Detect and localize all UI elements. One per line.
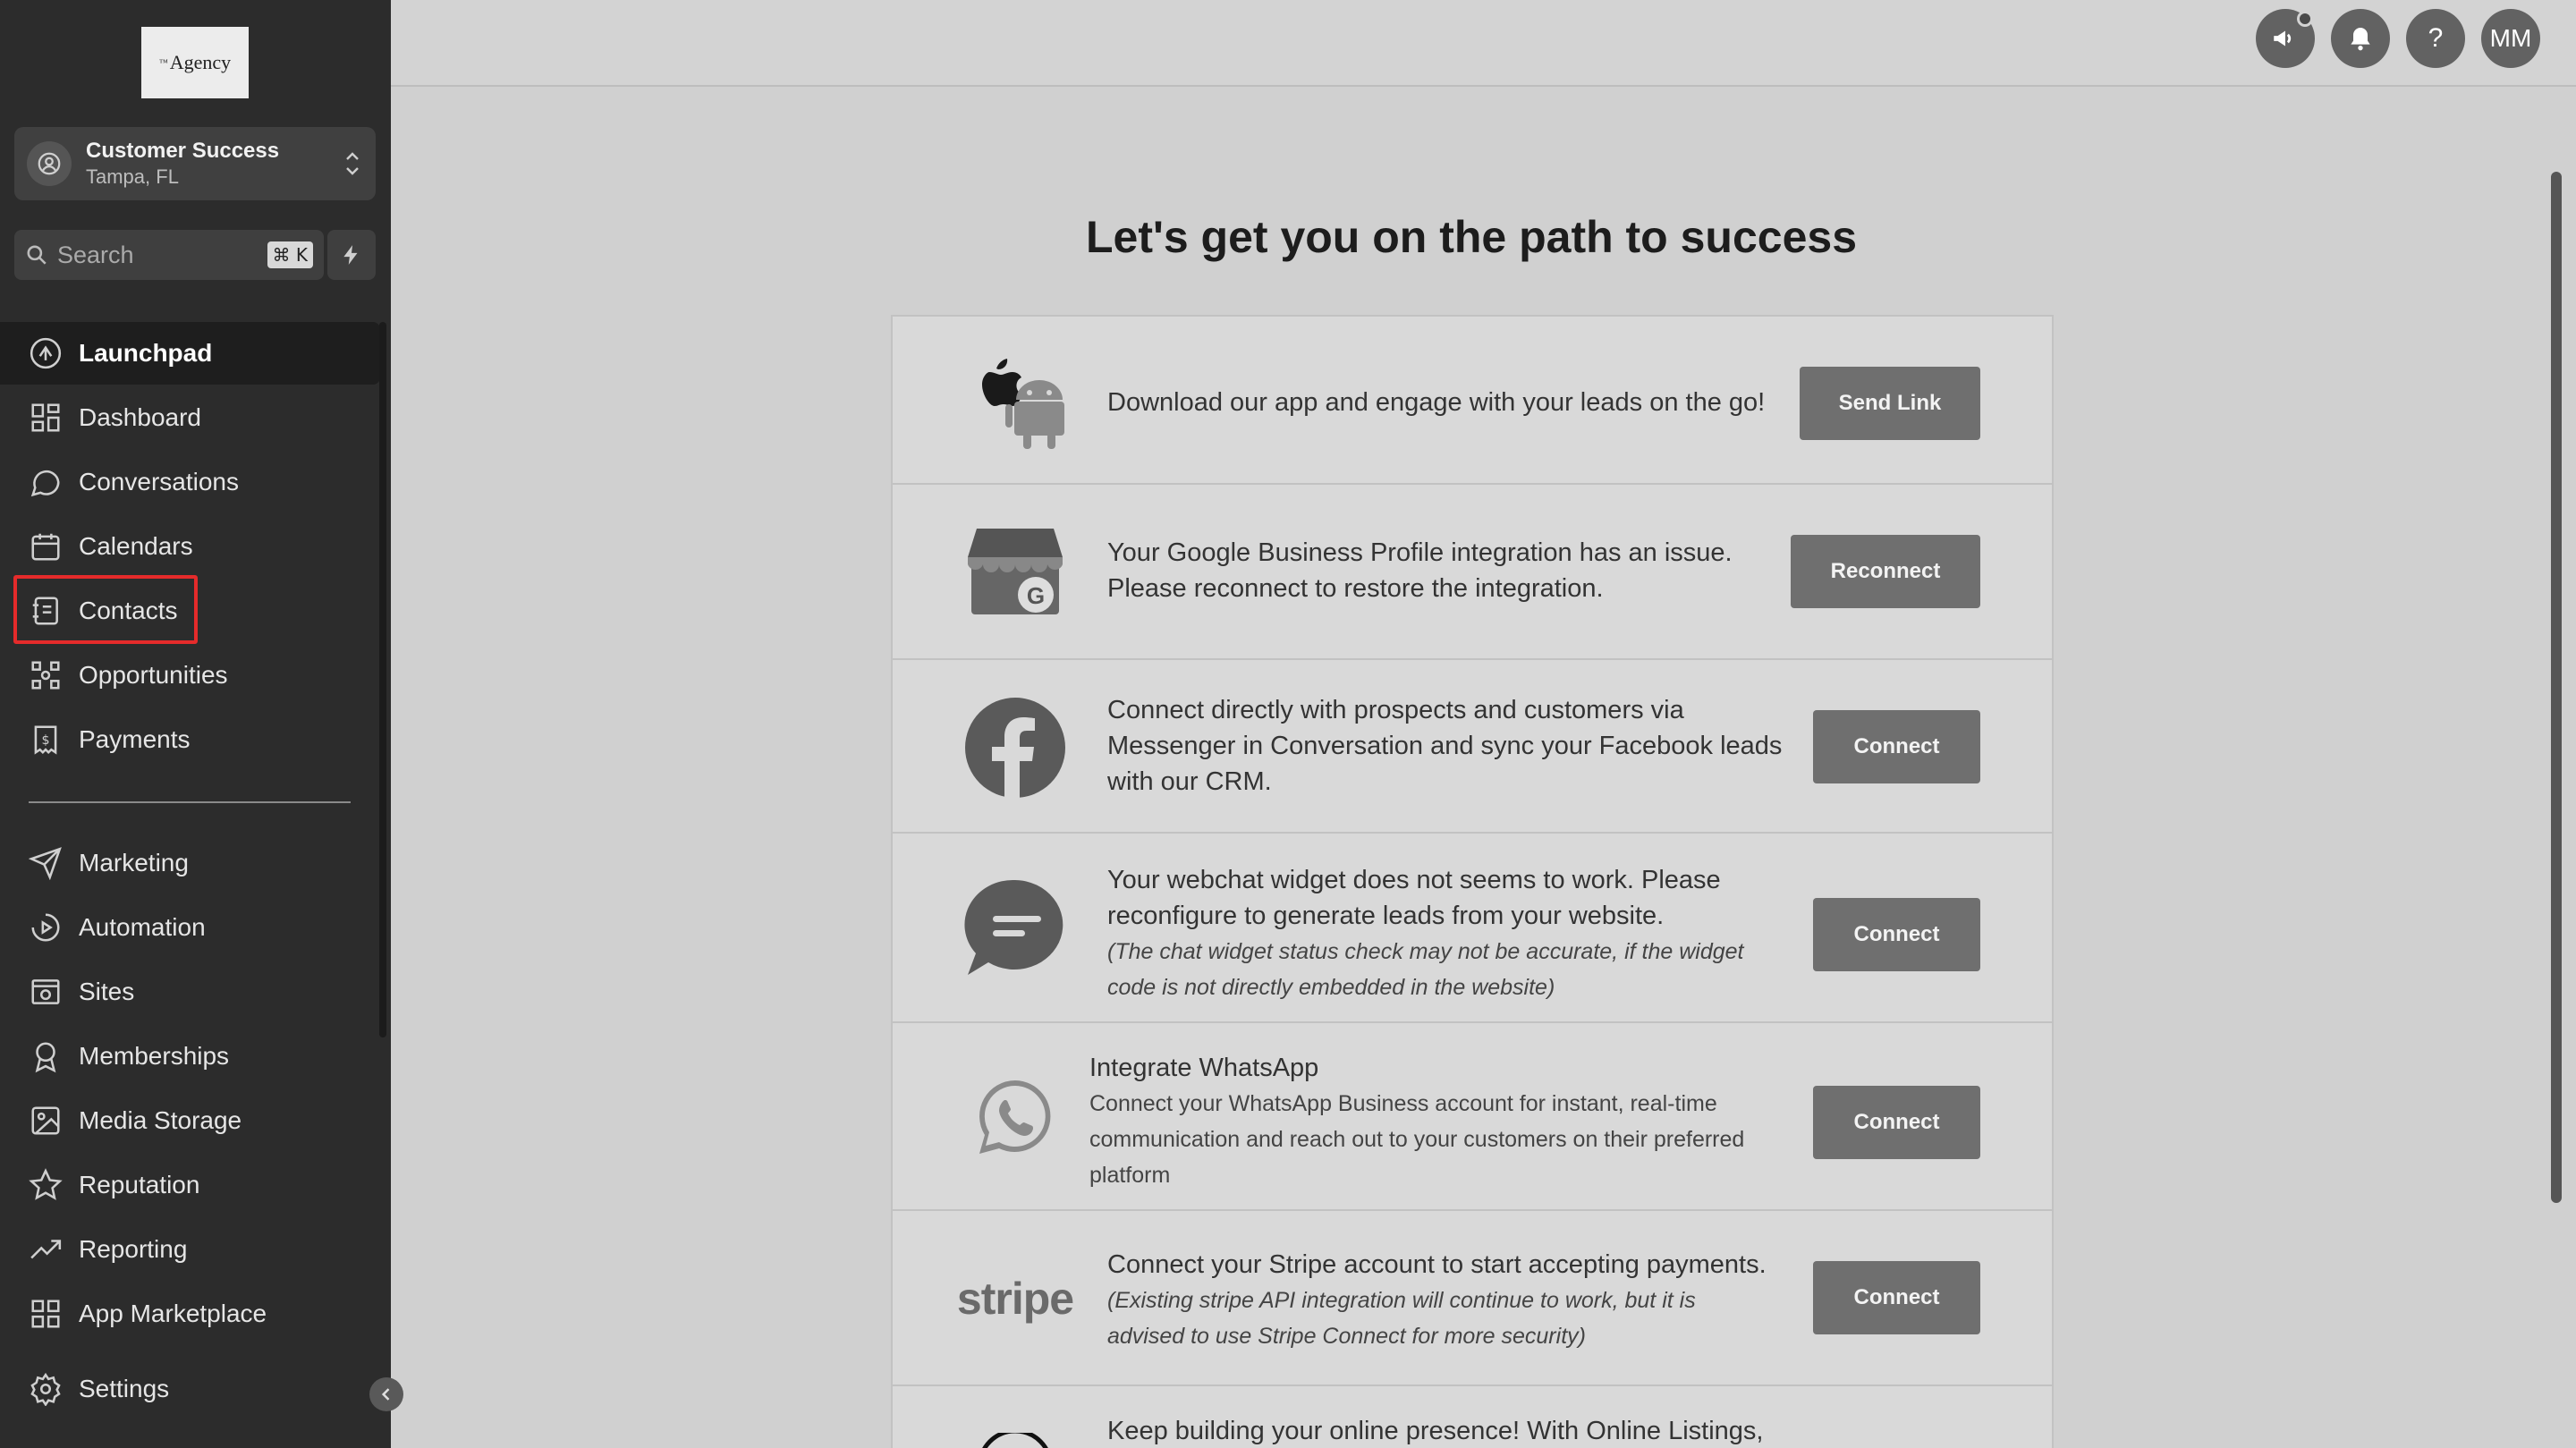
sidebar: ™Agency Customer Success Tampa, FL ⌘ K L…	[0, 0, 391, 1448]
apps-icon	[31, 1300, 60, 1328]
card-text-line: Connect directly with prospects and cust…	[1107, 696, 1684, 724]
whatsapp-title: Integrate WhatsApp	[1089, 1054, 1319, 1082]
facebook-icon	[962, 698, 1068, 799]
whatsapp-icon	[962, 1075, 1068, 1161]
svg-text:G: G	[1027, 582, 1045, 609]
star-icon	[29, 1168, 63, 1200]
card-text-line: Keep building your online presence! With…	[1107, 1417, 1764, 1445]
connect-whatsapp-button[interactable]: Connect	[1813, 1086, 1980, 1159]
apple-android-icon	[962, 352, 1068, 451]
sidebar-item-payments[interactable]: $ Payments	[0, 708, 380, 771]
connect-stripe-button[interactable]: Connect	[1813, 1261, 1980, 1334]
card-text-line: communication and reach out to your cust…	[1089, 1127, 1745, 1152]
chevron-left-icon	[381, 1388, 390, 1401]
announcements-button[interactable]	[2256, 9, 2315, 68]
contacts-highlight-box	[13, 575, 198, 644]
sidebar-item-media-storage[interactable]: Media Storage	[0, 1089, 380, 1152]
card-text-line: Please reconnect to restore the integrat…	[1107, 574, 1604, 603]
bolt-icon	[343, 245, 358, 265]
avatar[interactable]: MM	[2481, 9, 2540, 68]
card-google-business: G Your Google Business Profile integrati…	[891, 485, 2054, 660]
send-link-button[interactable]: Send Link	[1800, 367, 1980, 440]
dashboard-icon	[31, 403, 60, 432]
account-name: Customer Success	[86, 139, 280, 163]
card-text: Download our app and engage with your le…	[1107, 388, 1766, 417]
card-text-line: platform	[1089, 1163, 1171, 1188]
location-user-icon	[27, 141, 72, 186]
opportunities-icon	[31, 661, 60, 690]
notifications-button[interactable]	[2331, 9, 2390, 68]
collapse-sidebar-button[interactable]	[369, 1377, 403, 1411]
sidebar-item-reputation[interactable]: Reputation	[0, 1154, 380, 1216]
sidebar-item-memberships[interactable]: Memberships	[0, 1025, 380, 1088]
notification-dot	[2297, 11, 2313, 27]
sidebar-item-sites[interactable]: Sites	[0, 961, 380, 1023]
card-mobile-app: Download our app and engage with your le…	[891, 315, 2054, 485]
sidebar-item-settings[interactable]: Settings	[0, 1358, 380, 1420]
sidebar-item-marketing[interactable]: Marketing	[0, 832, 380, 894]
membership-icon	[35, 1042, 56, 1073]
connect-webchat-button[interactable]: Connect	[1813, 898, 1980, 971]
search-shortcut: ⌘ K	[267, 241, 313, 268]
card-text-line: Connect your WhatsApp Business account f…	[1089, 1091, 1717, 1116]
google-business-icon: G	[962, 525, 1068, 620]
search-input[interactable]	[57, 241, 267, 269]
chat-icon	[30, 470, 60, 497]
sidebar-item-opportunities[interactable]: Opportunities	[0, 644, 380, 707]
help-icon: ?	[2428, 23, 2444, 53]
chevron-updown-icon	[346, 152, 359, 175]
sidebar-item-automation[interactable]: Automation	[0, 896, 380, 959]
card-note-line: advised to use Stripe Connect for more s…	[1107, 1324, 1586, 1349]
card-text-line: Your Google Business Profile integration…	[1107, 538, 1733, 567]
webchat-icon	[962, 878, 1068, 978]
card-note-line: (Existing stripe API integration will co…	[1107, 1288, 1696, 1313]
top-bar: ? MM	[391, 0, 2576, 87]
trend-icon	[30, 1240, 62, 1259]
sidebar-scrollbar[interactable]	[379, 322, 386, 1037]
account-switcher[interactable]: Customer Success Tampa, FL	[14, 127, 376, 200]
stripe-logo: stripe	[956, 1274, 1074, 1324]
reconnect-button[interactable]: Reconnect	[1791, 535, 1980, 608]
sidebar-divider	[29, 801, 351, 803]
quick-actions-button[interactable]	[327, 230, 376, 280]
connect-facebook-button[interactable]: Connect	[1813, 710, 1980, 783]
card-text-line: Your webchat widget does not seems to wo…	[1107, 866, 1721, 894]
automation-icon	[31, 913, 60, 942]
image-icon	[31, 1106, 60, 1135]
card-text-line: reconfigure to generate leads from your …	[1107, 902, 1665, 930]
bell-icon	[2351, 28, 2370, 51]
payments-icon: $	[34, 725, 57, 755]
card-note-line: (The chat widget status check may not be…	[1107, 939, 1744, 964]
card-text-line: Connect your Stripe account to start acc…	[1107, 1250, 1767, 1279]
page-title: Let's get you on the path to success	[1085, 212, 1858, 262]
sidebar-item-calendars[interactable]: Calendars	[0, 515, 380, 578]
megaphone-icon	[2274, 30, 2292, 47]
gear-icon	[30, 1372, 61, 1406]
sites-icon	[31, 979, 60, 1004]
send-icon	[29, 847, 62, 880]
main-scrollbar[interactable]	[2551, 172, 2562, 1203]
card-webchat: Your webchat widget does not seems to wo…	[891, 834, 2054, 1023]
sidebar-item-dashboard[interactable]: Dashboard	[0, 386, 380, 449]
card-stripe: stripe Connect your Stripe account to st…	[891, 1211, 2054, 1386]
sidebar-item-launchpad[interactable]: Launchpad	[0, 322, 380, 385]
search-icon	[27, 245, 47, 265]
listings-icon	[962, 1433, 1068, 1448]
calendar-icon	[31, 533, 60, 561]
account-location: Tampa, FL	[86, 165, 179, 188]
search-box[interactable]: ⌘ K	[14, 230, 324, 280]
rocket-icon	[30, 337, 62, 369]
card-whatsapp: Integrate WhatsApp Connect your WhatsApp…	[891, 1023, 2054, 1211]
card-online-listings: Keep building your online presence! With…	[891, 1386, 2054, 1448]
card-text-line: with our CRM.	[1107, 767, 1272, 796]
card-text-line: Messenger in Conversation and sync your …	[1107, 732, 1783, 760]
agency-logo[interactable]: ™ Agency	[141, 27, 249, 98]
sidebar-item-conversations[interactable]: Conversations	[0, 451, 380, 513]
svg-text:$: $	[41, 733, 49, 748]
sidebar-item-reporting[interactable]: Reporting	[0, 1218, 380, 1281]
card-facebook: Connect directly with prospects and cust…	[891, 660, 2054, 834]
sidebar-item-app-marketplace[interactable]: App Marketplace	[0, 1283, 380, 1345]
help-button[interactable]: ?	[2406, 9, 2465, 68]
card-note-line: code is not directly embedded in the web…	[1107, 975, 1555, 1000]
